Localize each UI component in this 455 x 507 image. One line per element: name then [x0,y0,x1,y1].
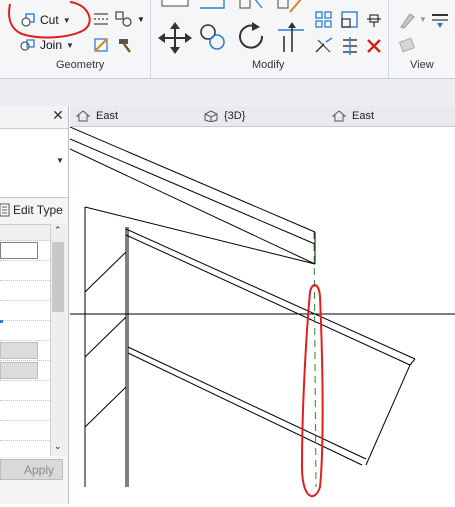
wall-brace-3 [84,386,127,428]
panel-title-view: View [410,59,434,71]
table-row[interactable] [0,380,50,401]
geometry-more-dropdown-icon[interactable]: ▼ [137,15,145,24]
beam-lower-bottom [127,352,363,466]
table-row[interactable] [0,240,50,261]
beam-upper-end-2 [365,364,411,466]
tab-label: East [96,110,119,122]
override-dropdown-icon[interactable]: ▼ [419,15,427,24]
roof-fascia-top [69,148,316,265]
scrollbar-thumb[interactable] [52,242,64,312]
tab-label: {3D} [224,110,246,122]
3d-view-icon [204,110,218,122]
scale-icon[interactable] [340,10,360,30]
table-row[interactable] [0,440,50,461]
pin-icon[interactable] [366,12,382,28]
elevation-house-icon [332,110,346,122]
row-marker [0,320,3,323]
grid-header-row [0,225,50,241]
panel-title-modify: Modify [252,59,285,71]
table-row[interactable] [0,260,50,281]
thin-lines-icon[interactable] [430,10,450,30]
elevation-house-icon [76,110,90,122]
ribbon-options-strip [0,79,455,106]
demolish-hammer-icon[interactable] [116,36,134,54]
edit-type-label: Edit Type [13,203,63,217]
hide-element-icon[interactable] [398,36,418,54]
split-with-gap-icon[interactable] [340,36,360,56]
edit-type-icon [0,203,10,217]
close-icon[interactable]: ✕ [50,107,66,124]
grid-readonly-cell [0,362,38,379]
apply-label: Apply [23,462,54,477]
fascia-bottom [84,206,316,265]
wall-brace-1 [84,251,127,293]
beam-upper-bottom [125,234,411,366]
scroll-down-icon[interactable]: ⌄ [54,441,62,452]
move-icon[interactable] [158,22,192,54]
copy-icon[interactable] [198,22,228,54]
drawing-canvas[interactable] [69,126,455,504]
wall-brace-2 [84,316,127,358]
reference-plane-line [313,231,317,488]
beam-upper-top [125,228,416,360]
beam-lower-top [127,346,367,460]
table-row[interactable] [0,420,50,441]
apply-button[interactable]: Apply [0,459,63,480]
ribbon: Cut ▼ Join ▼ ▼ Geometry Modify ▼ View [0,0,455,79]
table-row[interactable] [0,320,50,341]
mirror-axis-icon[interactable] [238,0,268,12]
roof-upper-edge-2 [69,138,316,245]
roof-upper-edge [69,126,316,233]
mirror-draw-axis-icon[interactable] [276,0,306,16]
view-tabs-bar: East {3D} East [70,106,455,127]
trim-extend-icon[interactable] [274,22,308,54]
grid-readonly-cell [0,342,38,359]
tab-east-2[interactable]: East [332,106,374,126]
tab-east-1[interactable]: East [76,106,118,126]
rotate-icon[interactable] [236,22,268,54]
cut-annotation-circle [8,1,91,39]
array-icon[interactable] [314,10,334,30]
tab-3d[interactable]: {3D} [204,106,245,126]
table-row[interactable] [0,360,50,381]
tab-label: East [352,110,375,122]
table-row[interactable] [0,340,50,361]
split-element-icon[interactable] [314,36,334,56]
edit-type-button[interactable]: Edit Type [0,200,63,220]
delete-icon[interactable] [366,38,382,54]
override-graphics-icon[interactable] [398,10,418,30]
offset-icon[interactable] [198,0,228,12]
table-row[interactable] [0,300,50,321]
properties-grid [0,224,50,461]
align-icon[interactable] [160,0,190,10]
collapse-up-icon[interactable]: ⌃ [54,225,62,236]
elevation-drawing[interactable] [69,126,455,504]
wall-joins-icon[interactable] [114,10,134,28]
table-row[interactable] [0,400,50,421]
panel-title-geometry: Geometry [56,59,105,71]
type-selector-dropdown-icon[interactable]: ▼ [56,156,64,165]
table-row[interactable] [0,280,50,301]
grid-input[interactable] [0,242,38,259]
beam-upper-end [409,358,416,366]
